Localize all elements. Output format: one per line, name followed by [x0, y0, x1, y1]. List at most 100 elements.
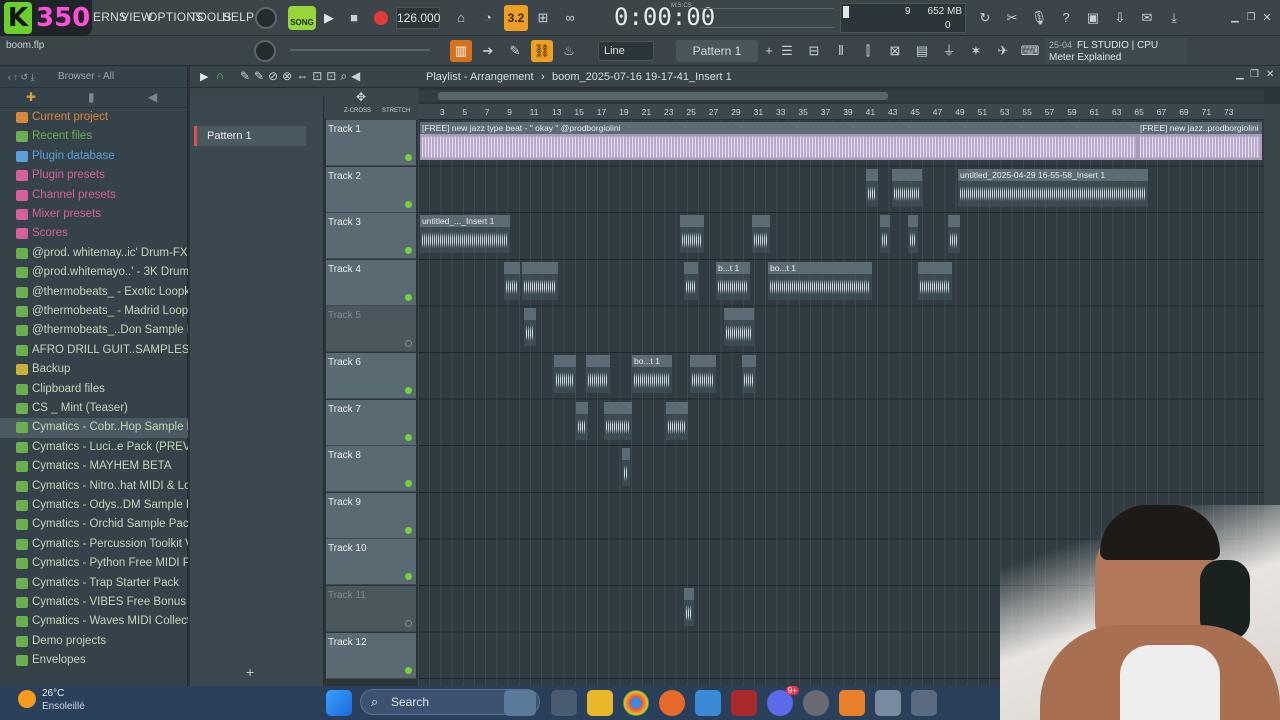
- browser-item[interactable]: Channel presets: [0, 186, 188, 205]
- playlist-play-icon[interactable]: ▶: [200, 70, 208, 83]
- audio-clip[interactable]: [866, 168, 878, 207]
- audio-clip[interactable]: [522, 261, 558, 300]
- search-highlight-icon[interactable]: [504, 690, 536, 716]
- browser-item[interactable]: Recent files: [0, 127, 188, 146]
- play-icon[interactable]: ▶: [318, 7, 340, 29]
- track-header[interactable]: Track 8: [326, 446, 416, 493]
- photos-icon[interactable]: [695, 690, 721, 716]
- undo-icon[interactable]: ↻: [974, 7, 996, 29]
- browser-item[interactable]: Cymatics - MAYHEM BETA: [0, 457, 188, 476]
- tempo-display[interactable]: 126.000: [396, 7, 440, 29]
- timeline-ruler[interactable]: 3 5 7 9 11 13 15 17 19 21 23 25 27 29 31 33 35 37 39 41 43 45…: [418, 104, 1264, 120]
- picker-item-pattern-1[interactable]: Pattern 1: [194, 126, 306, 146]
- track-header[interactable]: Track 2: [326, 166, 416, 213]
- track-mute-led[interactable]: [405, 666, 412, 674]
- track-mute-led[interactable]: [405, 154, 412, 161]
- browser-item[interactable]: Cymatics - Nitro..hat MIDI & Loops: [0, 477, 188, 496]
- audio-clip[interactable]: [586, 355, 610, 393]
- audio-clip[interactable]: [622, 448, 630, 487]
- browser-item[interactable]: Cymatics - VIBES Free Bonus Pack: [0, 593, 188, 612]
- hint-panel[interactable]: 25-04 FL STUDIO | CPU Meter Explained: [1045, 38, 1187, 64]
- track-mute-led[interactable]: [405, 200, 412, 208]
- pitch-slider[interactable]: [290, 49, 430, 51]
- pattern-select[interactable]: Pattern 1: [676, 40, 758, 62]
- browser-item[interactable]: AFRO DRILL GUIT..SAMPLES VOL. 1: [0, 341, 188, 360]
- audio-clip[interactable]: untitled_2025-04-29 16-55-58_Insert 1: [958, 168, 1148, 207]
- browser-item[interactable]: CS _ Mint (Teaser): [0, 399, 188, 418]
- audio-clip[interactable]: [554, 355, 576, 393]
- close-window-icon[interactable]: ✕: [1256, 7, 1278, 29]
- track-header[interactable]: Track 9: [326, 492, 416, 539]
- wizard-icon[interactable]: ✶: [965, 40, 987, 62]
- browser-item[interactable]: @thermobeats_..Don Sample Pack: [0, 321, 188, 340]
- track-mute-led[interactable]: [405, 433, 412, 441]
- playlist-icon[interactable]: ☰: [776, 40, 798, 62]
- browser-item[interactable]: @thermobeats_ - Exotic Loopkit: [0, 283, 188, 302]
- render-icon[interactable]: ⇩: [1109, 7, 1131, 29]
- track-mute-led[interactable]: [405, 293, 412, 301]
- faders-icon[interactable]: ⫿: [857, 40, 879, 62]
- audio-clip[interactable]: b...t 1: [716, 261, 750, 300]
- browser-item[interactable]: Scores: [0, 224, 188, 243]
- zoom-move-icon[interactable]: ✥: [356, 90, 366, 104]
- audio-clip[interactable]: [880, 215, 890, 254]
- browser-item[interactable]: Cymatics - Trap Starter Pack: [0, 574, 188, 593]
- browser-nav-icons[interactable]: ‹ ↑ ↺ ⤓: [8, 72, 35, 83]
- browser-item[interactable]: Current project: [0, 108, 188, 127]
- document-icon[interactable]: ▤: [911, 40, 933, 62]
- snap-select[interactable]: Line: [598, 41, 654, 61]
- link-icon[interactable]: ⛓: [531, 40, 553, 62]
- browser-item[interactable]: Cymatics - Odys..DM Sample Pack: [0, 496, 188, 515]
- audio-clip[interactable]: untitled_..._Insert 1: [420, 215, 510, 254]
- track-header[interactable]: Track 5: [326, 306, 416, 353]
- wait-input-icon[interactable]: ◔: [477, 7, 499, 29]
- track-header[interactable]: Track 10: [326, 539, 416, 586]
- browser-item[interactable]: Cymatics - Percussion Toolkit Vol 1: [0, 535, 188, 554]
- audio-clip[interactable]: [576, 401, 588, 440]
- track-header[interactable]: Track 12: [326, 632, 416, 679]
- browser-files-icon[interactable]: ✚: [26, 90, 36, 104]
- weather-condition[interactable]: Ensoleillé: [42, 701, 85, 712]
- browser-item[interactable]: @thermobeats_ - Madrid Loop Kit: [0, 302, 188, 321]
- stop-icon[interactable]: ■: [343, 7, 365, 29]
- calculator-icon[interactable]: [911, 690, 937, 716]
- track-mute-led[interactable]: [405, 340, 412, 348]
- browser-item[interactable]: Backup: [0, 360, 188, 379]
- audio-clip[interactable]: [666, 401, 688, 440]
- obs-icon[interactable]: [803, 690, 829, 716]
- track-header[interactable]: Track 7: [326, 399, 416, 446]
- audio-clip[interactable]: [742, 355, 756, 393]
- arrangement-name[interactable]: boom_2025-07-16 19-17-41_Insert 1: [552, 71, 732, 83]
- browser-item[interactable]: Cymatics - Luci..e Pack (PREVIEW): [0, 438, 188, 457]
- playlist-minimize-icon[interactable]: ▁: [1236, 69, 1244, 80]
- weather-temperature[interactable]: 26°C: [42, 688, 64, 699]
- loop-record-icon[interactable]: ∞: [559, 7, 581, 29]
- playlist-tools-icons[interactable]: ✎✎⊘⊗⇔⊡⊡⌕◀: [240, 69, 364, 84]
- audio-clip[interactable]: [680, 215, 704, 254]
- microphone-icon[interactable]: 🎙: [1028, 7, 1050, 29]
- firefox-icon[interactable]: [659, 690, 685, 716]
- step-edit-badge[interactable]: 3.2: [504, 5, 528, 31]
- browser-item[interactable]: Plugin database: [0, 147, 188, 166]
- piano-roll-icon[interactable]: ▥: [450, 40, 472, 62]
- browser-item[interactable]: Demo projects: [0, 632, 188, 651]
- audio-clip[interactable]: [752, 215, 770, 254]
- track-mute-led[interactable]: [405, 573, 412, 581]
- audio-clip[interactable]: bo...t 1: [632, 355, 672, 393]
- audio-clip[interactable]: [690, 355, 716, 393]
- browser-item[interactable]: Cymatics - Waves MIDI Collection: [0, 612, 188, 631]
- track-mute-led[interactable]: [405, 480, 412, 488]
- metronome-icon[interactable]: ⌂: [450, 7, 472, 29]
- master-pitch-knob[interactable]: [254, 40, 276, 62]
- browser-item[interactable]: Mixer presets: [0, 205, 188, 224]
- add-item-icon[interactable]: +: [246, 664, 254, 680]
- playlist-close-icon[interactable]: ✕: [1266, 69, 1274, 80]
- audio-clip[interactable]: [892, 168, 922, 207]
- help-icon[interactable]: ?: [1055, 7, 1077, 29]
- countdown-icon[interactable]: ⊞: [532, 7, 554, 29]
- save-icon[interactable]: ▣: [1082, 7, 1104, 29]
- discord-icon[interactable]: 9+: [767, 686, 799, 716]
- track-mute-led[interactable]: [405, 247, 412, 255]
- playlist-maximize-icon[interactable]: ❐: [1250, 69, 1259, 80]
- zcross-label[interactable]: Z-CROSS: [344, 108, 371, 114]
